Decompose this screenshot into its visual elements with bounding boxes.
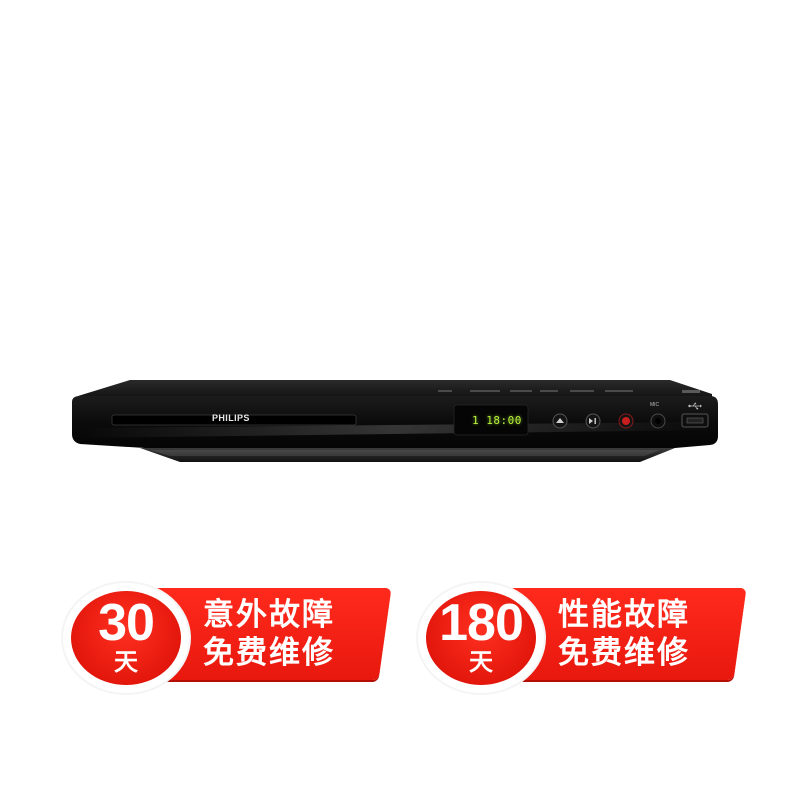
usb-icon — [688, 402, 702, 410]
badge-line1: 性能故障 — [558, 597, 690, 633]
brand-logo: PHILIPS — [212, 413, 250, 423]
dvd-player-image — [70, 378, 720, 470]
mic-label: MIC — [650, 402, 660, 408]
badge-days-unit: 天 — [469, 648, 493, 676]
warranty-badge-accidental: 意外故障 免费维修 30 天 — [58, 583, 392, 693]
badge-line2: 免费维修 — [203, 635, 335, 671]
badge-days-unit: 天 — [114, 648, 138, 676]
badge-text: 性能故障 免费维修 — [558, 596, 690, 672]
display-readout: 1 18:00 — [472, 414, 522, 427]
badge-line1: 意外故障 — [203, 597, 335, 633]
badge-text: 意外故障 免费维修 — [203, 596, 335, 672]
warranty-badge-performance: 性能故障 免费维修 180 天 — [413, 583, 747, 693]
badge-days-number: 30 — [98, 594, 155, 652]
badge-days-number: 180 — [439, 594, 524, 652]
product-image-stage: PHILIPS 1 18:00 MIC 意外故障 免费维修 30 天 性能故障 … — [0, 0, 800, 800]
badge-line2: 免费维修 — [558, 635, 690, 671]
